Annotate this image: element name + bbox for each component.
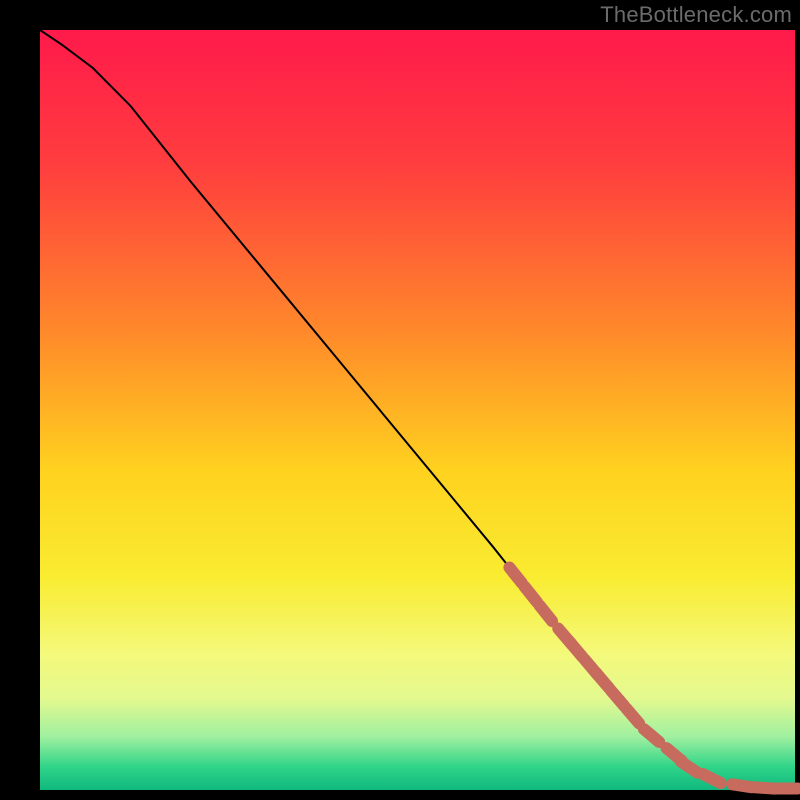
- chart-stage: TheBottleneck.com: [0, 0, 800, 800]
- bottleneck-chart: [0, 0, 800, 800]
- marker-pill: [703, 774, 721, 783]
- watermark-text: TheBottleneck.com: [600, 2, 792, 28]
- gradient-panel: [40, 30, 795, 790]
